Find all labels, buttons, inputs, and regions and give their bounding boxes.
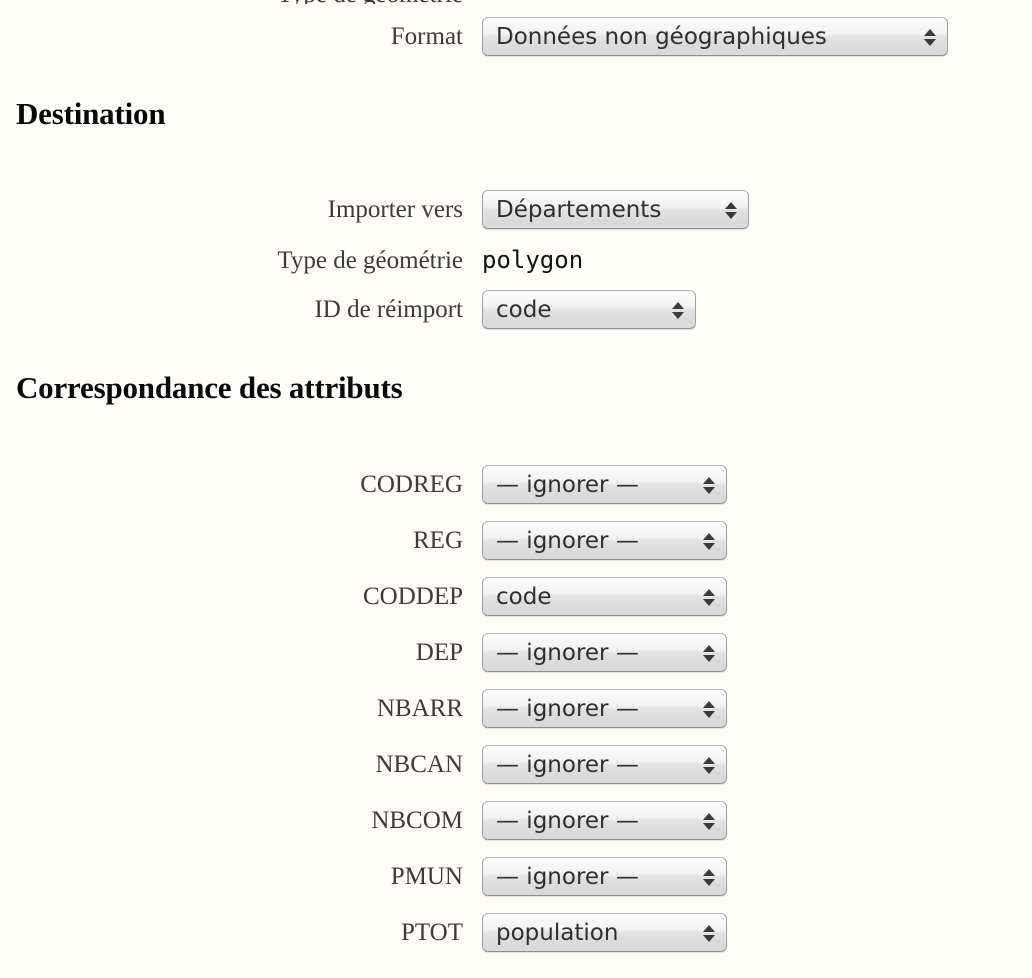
- updown-chevron-icon: [702, 858, 715, 895]
- attribute-name-label: NBCAN: [375, 750, 463, 778]
- format-control: Données non géographiques: [482, 17, 948, 56]
- updown-chevron-icon: [702, 914, 715, 951]
- attribute-mapping-select-value: — ignorer —: [496, 808, 639, 834]
- attribute-mapping-list: CODREG — ignorer — REG — ignorer — CODDEP cod…: [0, 465, 727, 969]
- reimport-id-select-value: code: [496, 297, 552, 323]
- import-target-select[interactable]: Départements: [482, 190, 749, 229]
- import-target-control: Départements: [482, 190, 749, 229]
- attribute-mapping-control: — ignorer —: [482, 745, 727, 784]
- attribute-mapping-row: CODDEP code: [0, 577, 727, 616]
- attribute-mapping-control: — ignorer —: [482, 857, 727, 896]
- import-target-row: Importer vers Départements: [0, 190, 1032, 229]
- attributes-heading: Correspondance des attributs: [16, 370, 403, 405]
- updown-chevron-icon: [923, 18, 936, 55]
- format-label: Format: [390, 22, 463, 50]
- attribute-name-label: NBARR: [376, 694, 463, 722]
- attribute-mapping-row: NBCAN — ignorer —: [0, 745, 727, 784]
- attribute-mapping-row: DEP — ignorer —: [0, 633, 727, 672]
- updown-chevron-icon: [702, 690, 715, 727]
- attribute-mapping-select-value: code: [496, 584, 552, 610]
- attribute-mapping-select[interactable]: population: [482, 913, 727, 952]
- attribute-name-label: REG: [413, 526, 463, 554]
- format-row: Format Données non géographiques: [0, 17, 1032, 56]
- attribute-mapping-control: population: [482, 913, 727, 952]
- attribute-mapping-select-value: — ignorer —: [496, 528, 639, 554]
- reimport-id-control: code: [482, 290, 696, 329]
- attribute-mapping-select[interactable]: code: [482, 577, 727, 616]
- attribute-mapping-control: — ignorer —: [482, 465, 727, 504]
- attribute-name-label: DEP: [415, 638, 463, 666]
- attribute-mapping-select[interactable]: — ignorer —: [482, 633, 727, 672]
- attribute-mapping-select-value: — ignorer —: [496, 696, 639, 722]
- reimport-id-label: ID de réimport: [314, 295, 463, 323]
- attribute-mapping-select[interactable]: — ignorer —: [482, 521, 727, 560]
- destination-heading: Destination: [16, 96, 166, 131]
- updown-chevron-icon: [702, 746, 715, 783]
- clipped-row-label: Type de géométrie: [0, 0, 482, 4]
- updown-chevron-icon: [702, 522, 715, 559]
- attribute-mapping-row: NBARR — ignorer —: [0, 689, 727, 728]
- attribute-mapping-select[interactable]: — ignorer —: [482, 689, 727, 728]
- updown-chevron-icon: [702, 802, 715, 839]
- attribute-name-label: PTOT: [400, 918, 463, 946]
- format-select-value: Données non géographiques: [496, 24, 827, 50]
- attribute-mapping-control: — ignorer —: [482, 689, 727, 728]
- attribute-name-label: CODREG: [360, 470, 463, 498]
- reimport-id-row: ID de réimport code: [0, 290, 1032, 329]
- attribute-mapping-row: NBCOM — ignorer —: [0, 801, 727, 840]
- attribute-name-label: CODDEP: [362, 582, 463, 610]
- attribute-mapping-select-value: — ignorer —: [496, 752, 639, 778]
- attribute-mapping-control: — ignorer —: [482, 633, 727, 672]
- updown-chevron-icon: [724, 191, 737, 228]
- attribute-mapping-select[interactable]: — ignorer —: [482, 465, 727, 504]
- attribute-name-label: PMUN: [390, 862, 463, 890]
- attribute-mapping-control: — ignorer —: [482, 521, 727, 560]
- attribute-mapping-row: CODREG — ignorer —: [0, 465, 727, 504]
- attribute-name-label: NBCOM: [371, 806, 463, 834]
- import-target-select-value: Départements: [496, 197, 662, 223]
- attribute-mapping-select[interactable]: — ignorer —: [482, 857, 727, 896]
- import-target-label: Importer vers: [327, 195, 463, 223]
- attribute-mapping-select-value: population: [496, 920, 619, 946]
- geometry-type-value: polygon: [482, 246, 584, 274]
- updown-chevron-icon: [671, 291, 684, 328]
- attribute-mapping-select[interactable]: — ignorer —: [482, 745, 727, 784]
- attribute-mapping-row: PTOT population: [0, 913, 727, 952]
- updown-chevron-icon: [702, 634, 715, 671]
- attribute-mapping-row: PMUN — ignorer —: [0, 857, 727, 896]
- format-select[interactable]: Données non géographiques: [482, 17, 948, 56]
- form-row: Type de géométrie: [0, 0, 1032, 4]
- attribute-mapping-control: — ignorer —: [482, 801, 727, 840]
- clipped-top-row: Type de géométrie: [0, 0, 1032, 4]
- geometry-type-row: Type de géométrie polygon: [0, 241, 1032, 280]
- geometry-type-label: Type de géométrie: [277, 246, 463, 274]
- attribute-mapping-control: code: [482, 577, 727, 616]
- attribute-mapping-select[interactable]: — ignorer —: [482, 801, 727, 840]
- updown-chevron-icon: [702, 466, 715, 503]
- attribute-mapping-row: REG — ignorer —: [0, 521, 727, 560]
- attribute-mapping-select-value: — ignorer —: [496, 472, 639, 498]
- geometry-type-control: polygon: [482, 241, 583, 280]
- attribute-mapping-select-value: — ignorer —: [496, 864, 639, 890]
- updown-chevron-icon: [702, 578, 715, 615]
- reimport-id-select[interactable]: code: [482, 290, 696, 329]
- attribute-mapping-select-value: — ignorer —: [496, 640, 639, 666]
